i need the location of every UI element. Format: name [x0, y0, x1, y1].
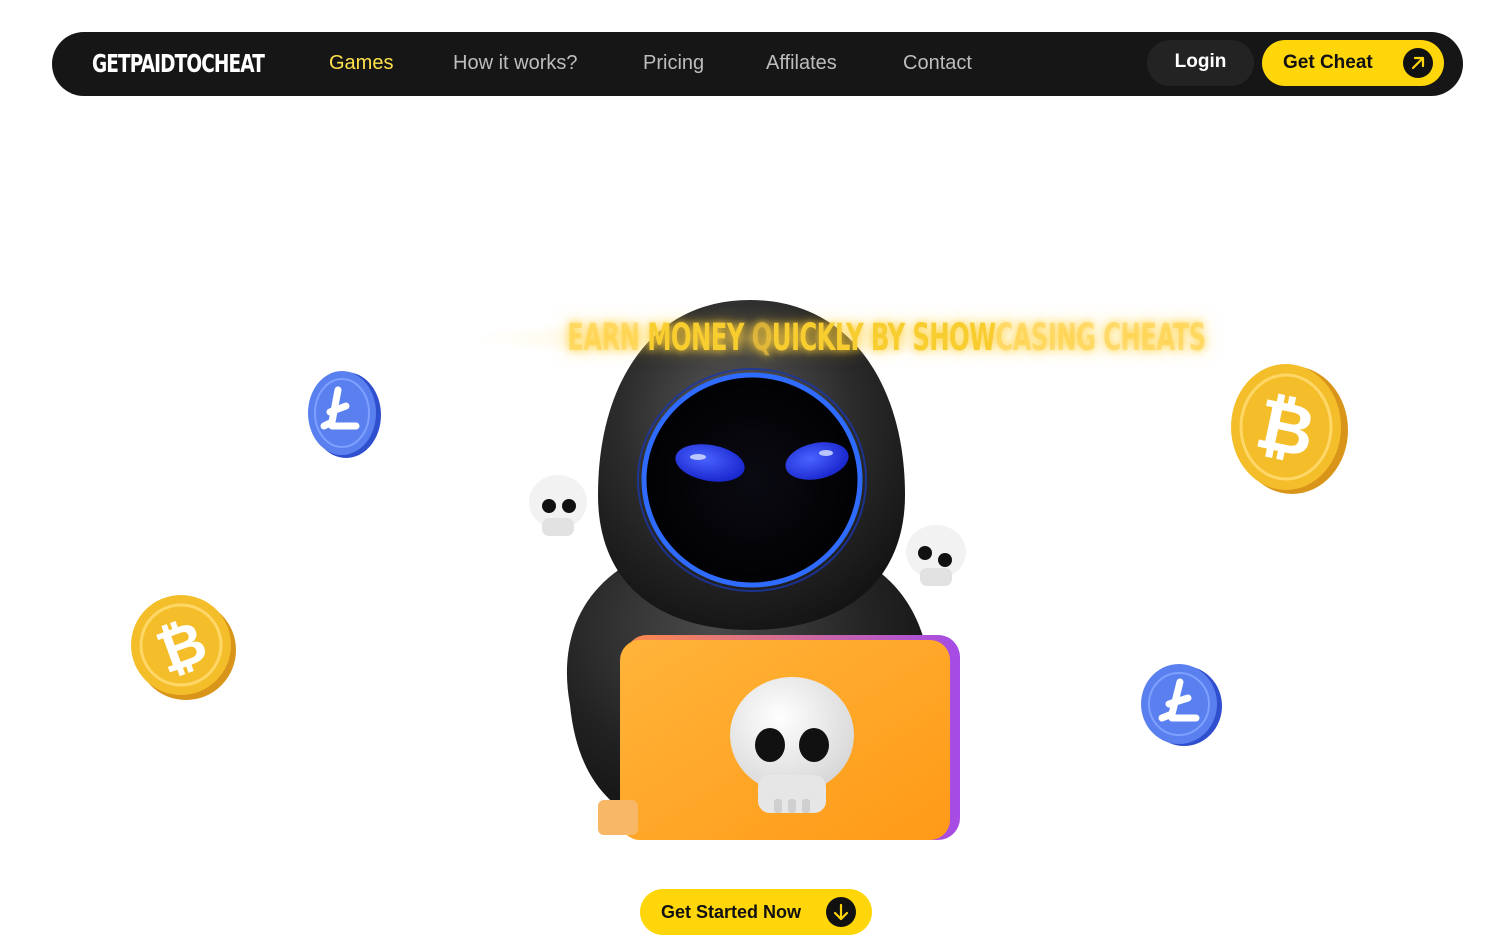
- get-cheat-button[interactable]: Get Cheat: [1262, 40, 1444, 86]
- arrow-down-icon: [826, 897, 856, 927]
- litecoin-coin-icon: [1136, 662, 1224, 748]
- hero-title: EARN MONEY QUICKLY BY SHOWCASING CHEATS: [567, 313, 1206, 363]
- nav-link-games[interactable]: Games: [329, 50, 393, 76]
- hero-title-part4: CASING CHEATS: [995, 316, 1206, 359]
- hacker-illustration: [520, 295, 980, 855]
- bitcoin-coin-icon: ₿: [128, 592, 238, 702]
- nav-link-pricing[interactable]: Pricing: [643, 50, 704, 76]
- bitcoin-coin-icon: ₿: [1226, 360, 1350, 496]
- hero-title-part3a: Q: [751, 316, 773, 359]
- nav-link-affiliates[interactable]: Affilates: [766, 50, 837, 76]
- hero-title-part2: MONEY: [647, 316, 752, 359]
- nav-link-contact[interactable]: Contact: [903, 50, 972, 76]
- litecoin-coin-icon: [304, 368, 382, 460]
- get-started-label: Get Started Now: [661, 902, 802, 922]
- get-cheat-label: Get Cheat: [1283, 52, 1373, 73]
- top-navbar: GETPAIDTOCHEAT Games How it works? Prici…: [52, 32, 1463, 96]
- nav-link-how-it-works[interactable]: How it works?: [453, 50, 577, 76]
- get-started-button[interactable]: Get Started Now: [640, 889, 872, 935]
- hero-title-part1: EARN: [567, 316, 648, 359]
- login-button[interactable]: Login: [1147, 40, 1254, 86]
- arrow-up-right-icon: [1403, 48, 1433, 78]
- site-logo[interactable]: GETPAIDTOCHEAT: [92, 47, 265, 81]
- hero-title-part3: UICKLY BY SHOW: [771, 316, 996, 359]
